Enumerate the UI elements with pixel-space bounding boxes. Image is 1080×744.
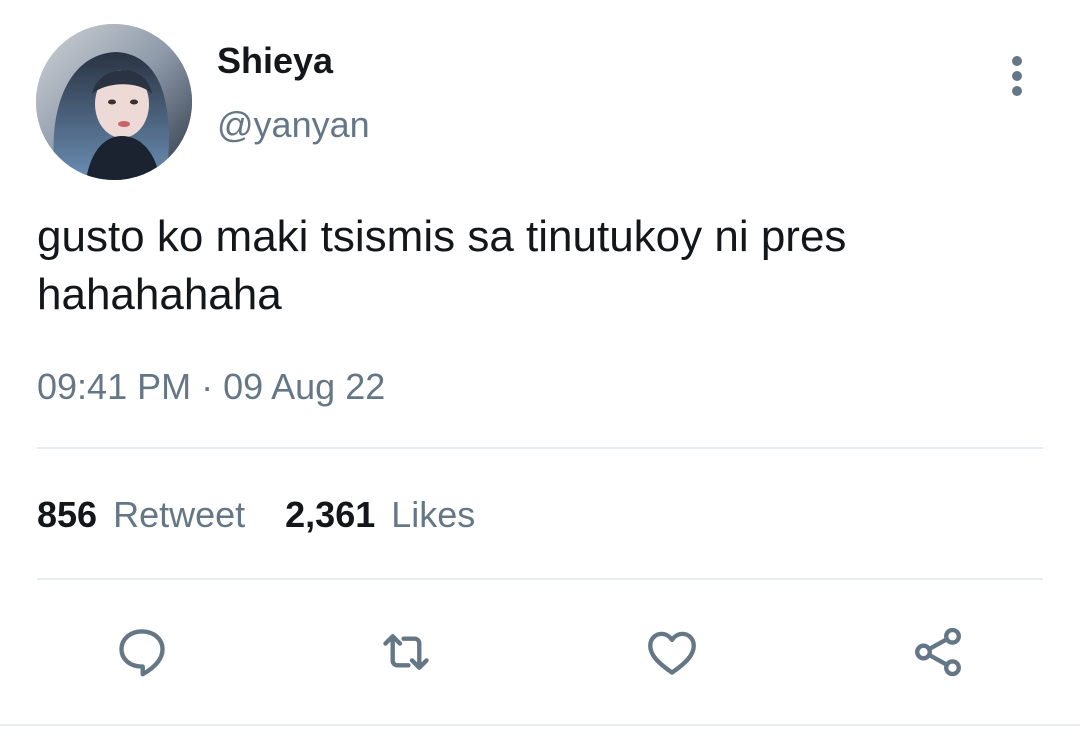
divider <box>37 447 1043 449</box>
more-options-icon[interactable] <box>996 52 1038 100</box>
tweet-card: Shieya @yanyan gusto ko maki tsismis sa … <box>0 0 1080 744</box>
divider <box>0 724 1080 726</box>
like-button[interactable] <box>640 620 704 684</box>
retweet-stat[interactable]: 856 Retweet <box>37 494 245 536</box>
likes-label: Likes <box>391 494 476 535</box>
likes-stat[interactable]: 2,361 Likes <box>285 494 475 536</box>
share-button[interactable] <box>906 620 970 684</box>
retweet-count: 856 <box>37 494 98 535</box>
divider <box>37 578 1043 580</box>
reply-icon <box>119 629 165 677</box>
avatar-image <box>36 24 192 180</box>
user-handle[interactable]: @yanyan <box>217 104 370 146</box>
tweet-stats: 856 Retweet 2,361 Likes <box>37 494 475 536</box>
retweet-label: Retweet <box>113 494 246 535</box>
heart-icon <box>648 631 696 675</box>
reply-button[interactable] <box>110 620 174 684</box>
display-name[interactable]: Shieya <box>217 40 333 82</box>
retweet-button[interactable] <box>374 620 438 684</box>
likes-count: 2,361 <box>285 494 376 535</box>
tweet-timestamp[interactable]: 09:41 PM · 09 Aug 22 <box>37 366 385 408</box>
avatar[interactable] <box>36 24 192 180</box>
retweet-icon <box>383 634 429 670</box>
action-bar <box>0 620 1080 684</box>
tweet-text: gusto ko maki tsismis sa tinutukoy ni pr… <box>37 212 847 319</box>
share-icon <box>915 627 961 677</box>
